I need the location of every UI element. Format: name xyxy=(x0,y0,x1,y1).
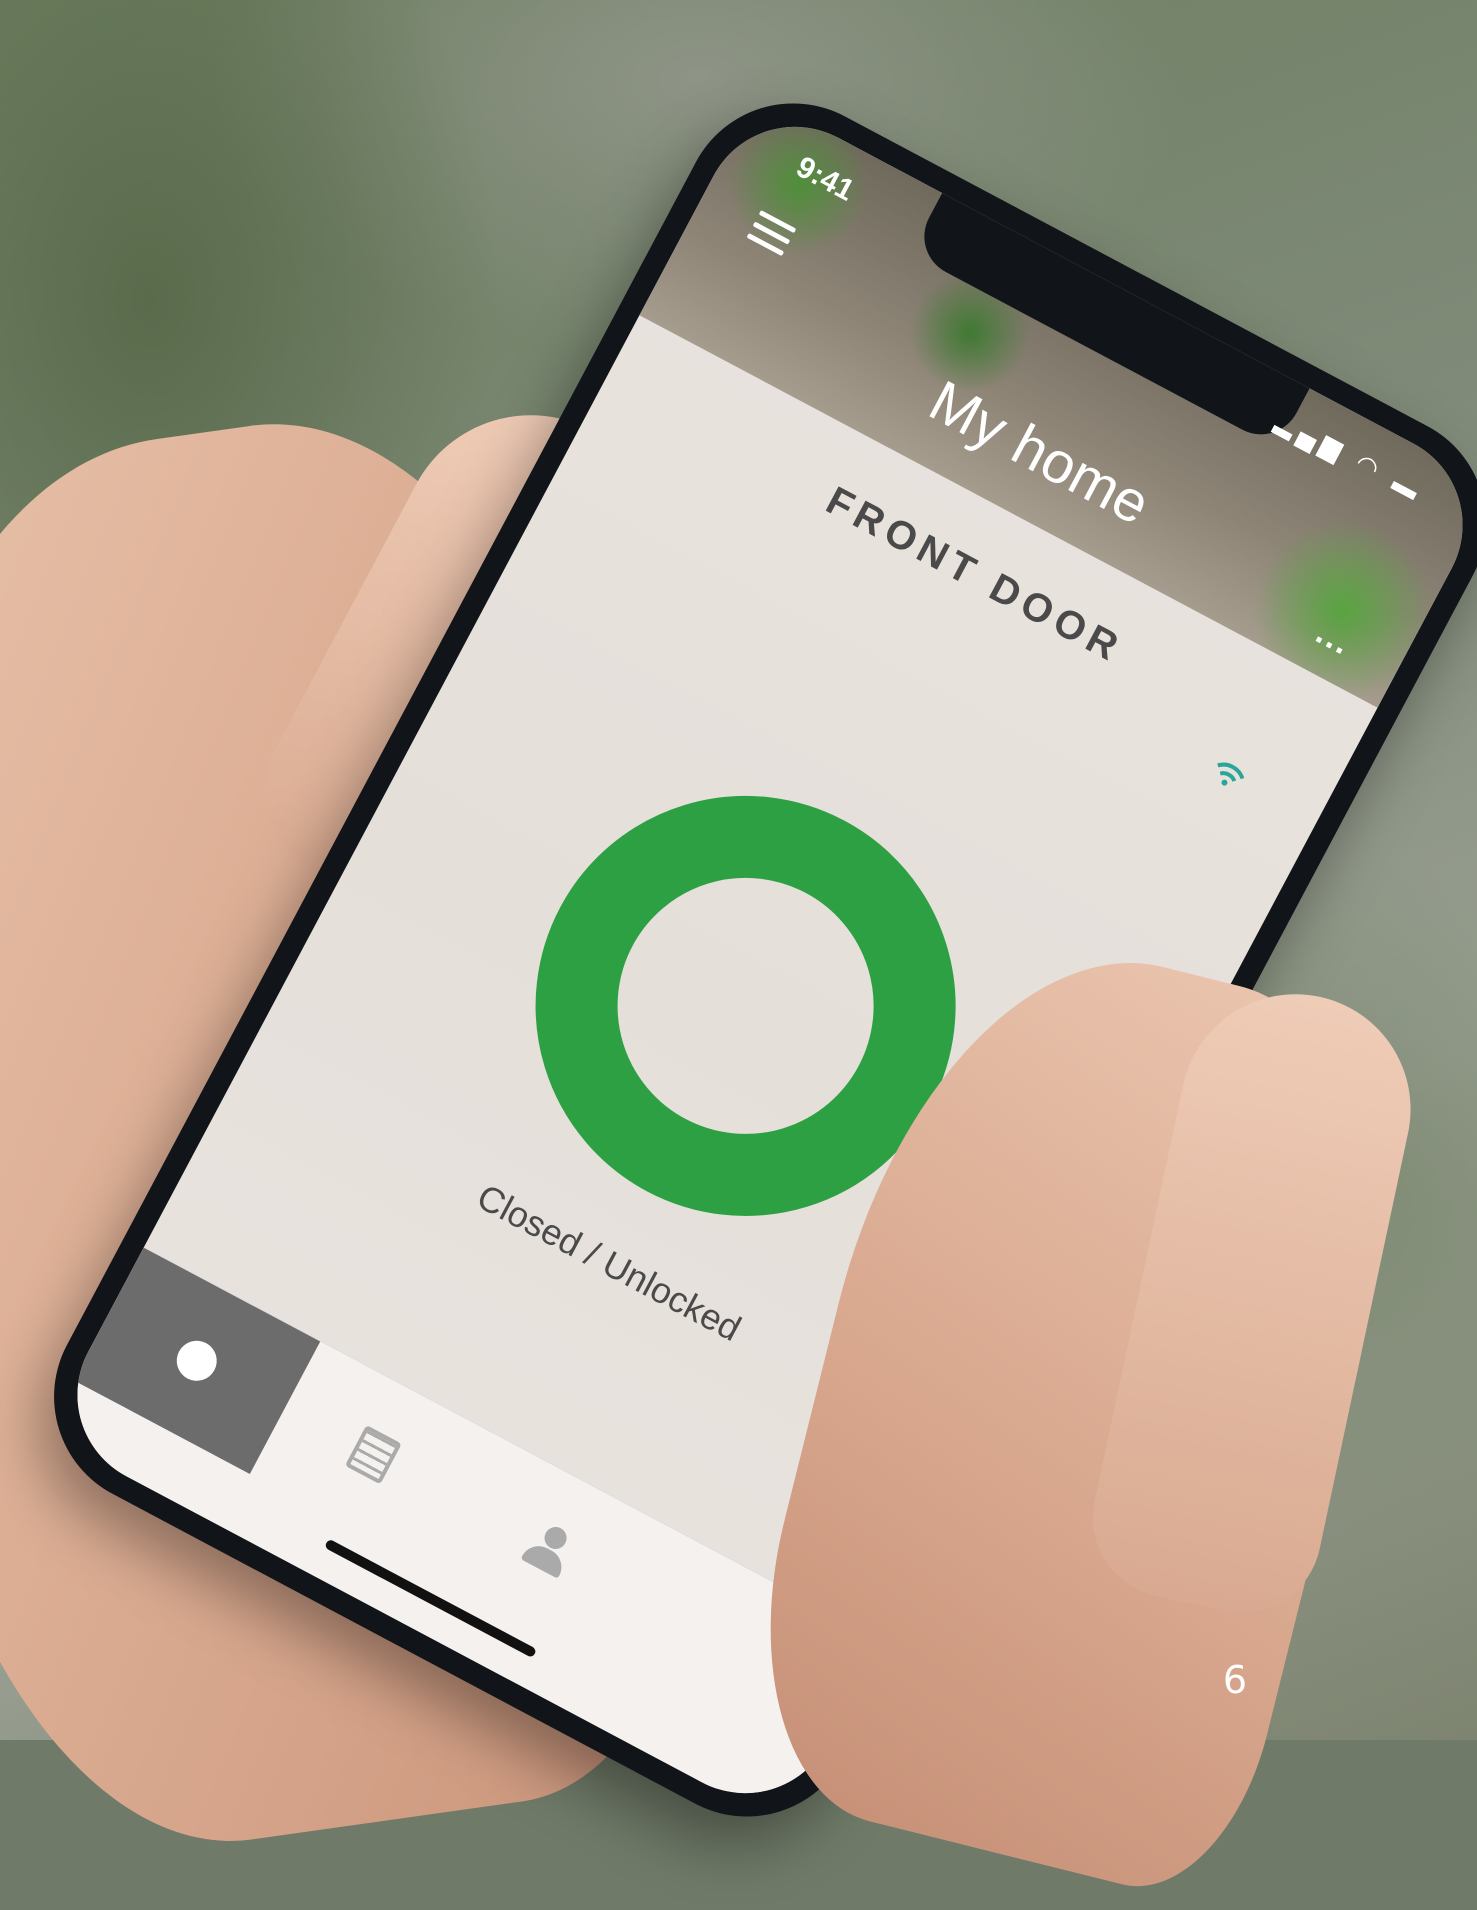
users-icon xyxy=(519,1517,581,1579)
lock-dot-icon xyxy=(169,1333,224,1388)
connection-signal-icon xyxy=(1217,762,1245,786)
page-number: 6 xyxy=(1222,1658,1247,1702)
log-icon xyxy=(344,1424,402,1485)
